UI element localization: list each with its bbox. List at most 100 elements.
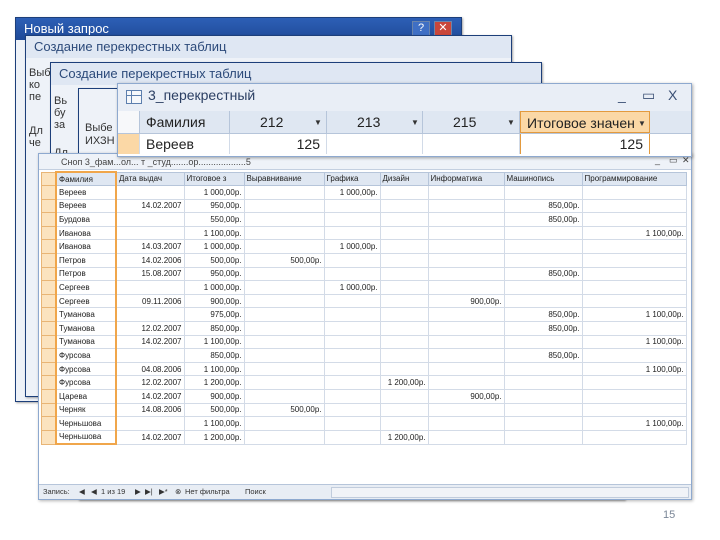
last-record-button[interactable]: ▶| [145,485,153,499]
table-cell[interactable]: Царева [55,388,117,404]
table-cell[interactable]: 850,00р. [503,348,583,363]
query-cell-total[interactable]: 125 [520,134,650,154]
dropdown-arrow-icon[interactable]: ▼ [507,112,515,134]
table-cell[interactable]: Туманова [55,307,117,322]
table-cell[interactable] [323,252,381,268]
table-cell[interactable] [581,429,687,445]
table-cell[interactable]: 1 000,00р. [323,185,381,200]
table-cell[interactable]: 500,00р. [243,402,325,418]
table-cell[interactable]: 15.08.2007 [115,266,185,282]
table-cell[interactable] [427,252,505,268]
table-cell[interactable]: Черньшова [55,429,117,446]
table-cell[interactable] [243,307,325,322]
table-cell[interactable] [243,185,325,200]
table-cell[interactable] [323,348,381,363]
table-cell[interactable]: 1 100,00р. [183,334,245,350]
table-cell[interactable]: 1 100,00р. [581,307,687,322]
table-cell[interactable] [243,198,325,214]
row-selector[interactable] [41,252,57,268]
column-header-total[interactable]: Итоговое з [183,171,245,186]
table-cell[interactable] [115,416,185,431]
table-cell[interactable] [503,239,583,254]
table-cell[interactable]: 1 100,00р. [183,416,245,431]
table-cell[interactable] [427,429,505,445]
row-selector[interactable] [41,334,57,350]
table-cell[interactable]: 1 100,00р. [581,334,687,350]
table-cell[interactable] [581,198,687,214]
table-cell[interactable] [115,280,185,295]
table-cell[interactable] [427,212,505,227]
table-cell[interactable] [427,185,505,200]
close-button[interactable]: ✕ [434,21,452,36]
first-record-button[interactable]: ◀ [79,485,85,499]
row-selector[interactable] [41,225,57,241]
table-cell[interactable] [581,239,687,254]
table-cell[interactable] [243,225,325,241]
table-row[interactable]: Туманова 975,00р. 850,00р. 1 100,00р. [41,307,687,322]
record-position[interactable]: 1 из 19 [101,485,125,499]
table-cell[interactable]: 850,00р. [503,320,583,336]
table-cell[interactable] [581,388,687,404]
table-cell[interactable]: 550,00р. [183,212,245,227]
table-cell[interactable] [115,307,185,322]
table-row[interactable]: Петров 14.02.2006 500,00р. 500,00р. [41,252,687,268]
table-cell[interactable]: 04.08.2006 [115,361,185,377]
table-cell[interactable]: 14.08.2006 [115,402,185,418]
table-cell[interactable] [379,225,429,241]
search-box[interactable]: Поиск [245,485,266,499]
table-cell[interactable] [503,402,583,418]
table-cell[interactable] [323,225,381,241]
table-cell[interactable] [581,320,687,336]
table-cell[interactable]: 500,00р. [183,402,245,418]
table-cell[interactable]: 1 200,00р. [183,375,245,390]
table-cell[interactable] [581,280,687,295]
new-record-button[interactable]: ▶* [159,485,168,499]
table-cell[interactable] [379,198,429,214]
query-cell-212[interactable]: 125 [230,134,327,154]
dropdown-arrow-icon[interactable]: ▼ [411,112,419,134]
table-cell[interactable] [581,266,687,282]
table-cell[interactable] [115,212,185,227]
table-row[interactable]: Туманова 12.02.2007 850,00р. 850,00р. [41,320,687,336]
table-cell[interactable] [581,402,687,418]
table-row[interactable]: Фурсова 12.02.2007 1 200,00р. 1 200,00р. [41,375,687,390]
table-cell[interactable]: 850,00р. [503,198,583,214]
table-row[interactable]: Фурсова 850,00р. 850,00р. [41,348,687,363]
table-cell[interactable] [427,320,505,336]
query-column-total[interactable]: Итоговое значен ▼ [520,111,650,133]
table-cell[interactable]: Сергеев [55,293,117,309]
table-row[interactable]: Черняк 14.08.2006 500,00р. 500,00р. [41,402,687,418]
column-header-informatika[interactable]: Информатика [427,171,505,186]
table-cell[interactable]: 850,00р. [183,320,245,336]
table-cell[interactable] [323,198,381,214]
row-selector[interactable] [41,212,57,227]
table-cell[interactable]: 950,00р. [183,198,245,214]
table-cell[interactable]: Фурсова [55,375,117,390]
table-cell[interactable]: 1 000,00р. [183,239,245,254]
row-selector[interactable] [41,375,57,390]
table-cell[interactable]: 14.02.2007 [115,198,185,214]
table-cell[interactable] [379,212,429,227]
table-cell[interactable] [503,429,583,445]
table-cell[interactable] [243,320,325,336]
table-cell[interactable]: Черньшова [55,416,117,431]
table-cell[interactable] [427,334,505,350]
table-cell[interactable]: 1 000,00р. [183,185,245,200]
table-cell[interactable] [581,185,687,200]
table-cell[interactable] [427,348,505,363]
table-cell[interactable] [427,375,505,390]
table-cell[interactable]: 900,00р. [427,388,505,404]
query-cell-name[interactable]: Вереев [140,134,230,154]
table-cell[interactable] [243,266,325,282]
filter-status[interactable]: Нет фильтра [185,485,230,499]
table-cell[interactable] [379,266,429,282]
table-cell[interactable]: 1 100,00р. [183,225,245,241]
table-cell[interactable]: 14.02.2007 [115,429,185,445]
table-cell[interactable] [379,280,429,295]
table-cell[interactable]: Фурсова [55,361,117,377]
table-cell[interactable]: 14.02.2007 [115,334,185,350]
query-column-213[interactable]: 213 ▼ [327,111,423,133]
query-data-row[interactable]: Вереев 125 125 [118,134,691,154]
table-cell[interactable]: 1 100,00р. [581,361,687,377]
row-selector[interactable] [41,361,57,377]
